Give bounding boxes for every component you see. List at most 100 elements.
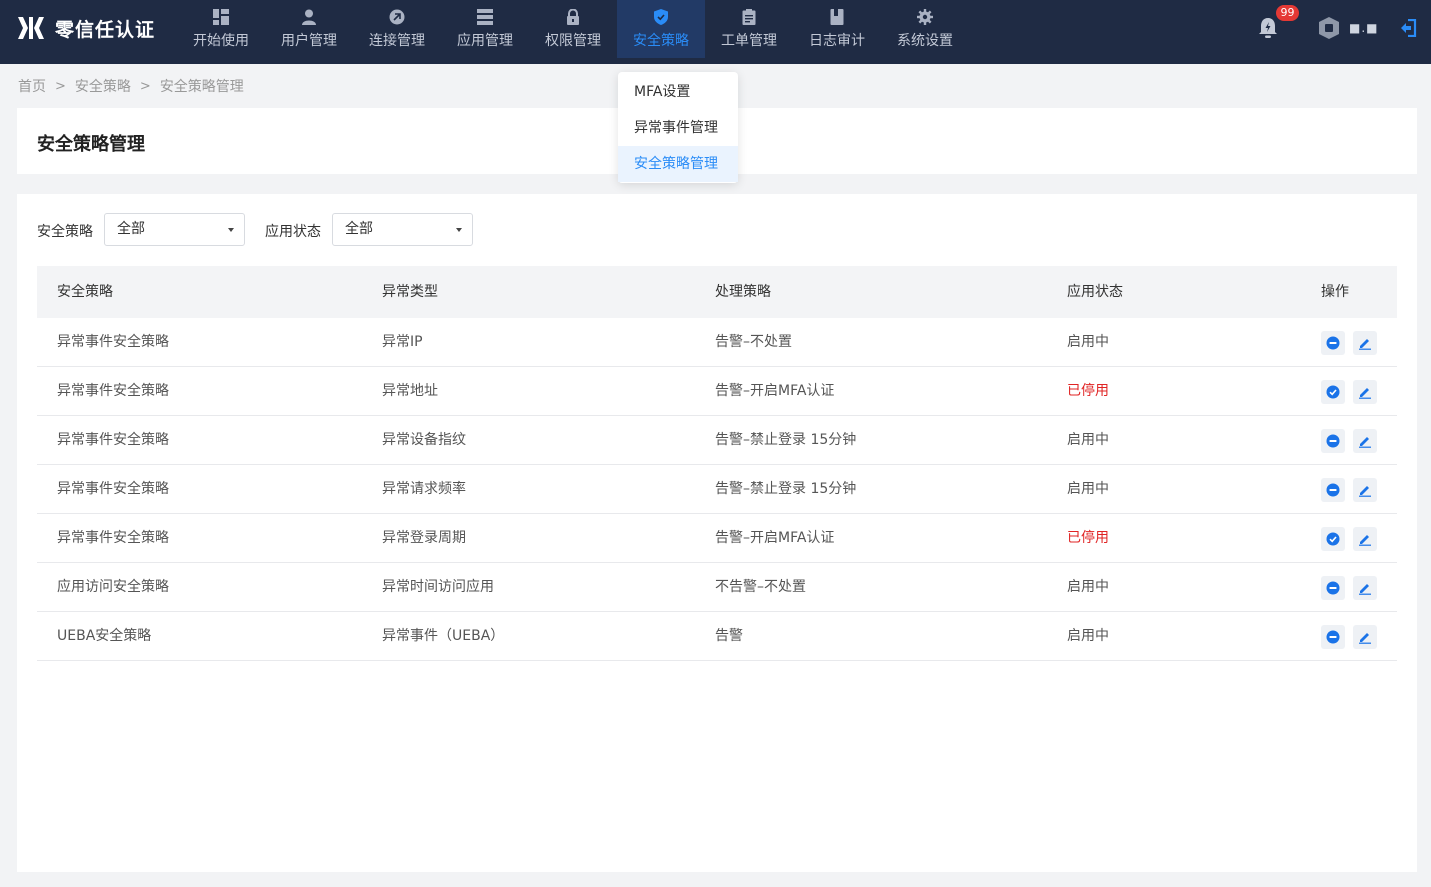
status-filter-select[interactable]: 全部 (332, 213, 473, 246)
table-row: 异常事件安全策略 异常登录周期 告警–开启MFA认证 已停用 (37, 514, 1397, 563)
cell-status: 启用中 (1067, 481, 1109, 497)
edit-button[interactable] (1353, 527, 1377, 551)
cell-handling: 告警 (715, 628, 743, 644)
row-actions (1321, 478, 1377, 502)
row-actions (1321, 429, 1377, 453)
row-actions (1321, 625, 1377, 649)
table-row: 异常事件安全策略 异常地址 告警–开启MFA认证 已停用 (37, 367, 1397, 416)
main-nav: 开始使用 用户管理 连接管理 应用管理 权限管理 安全策略 工单管理 日志审计 … (177, 0, 969, 64)
top-navbar: 零信任认证 开始使用 用户管理 连接管理 应用管理 权限管理 安全策略 工单管理… (0, 0, 1431, 64)
nav-label: 安全策略 (633, 33, 689, 49)
disable-button[interactable] (1321, 576, 1345, 600)
cell-handling: 不告警–不处置 (715, 579, 806, 595)
cell-policy: UEBA安全策略 (57, 628, 152, 644)
disable-button[interactable] (1321, 429, 1345, 453)
policy-filter-label: 安全策略 (37, 224, 93, 240)
avatar[interactable] (1318, 17, 1340, 39)
table-header: 安全策略 异常类型 处理策略 应用状态 操作 (37, 266, 1397, 318)
status-filter-label: 应用状态 (265, 224, 321, 240)
pencil-icon (1358, 532, 1372, 546)
cell-policy: 异常事件安全策略 (57, 530, 169, 546)
caret-down-icon (228, 228, 234, 232)
edit-button[interactable] (1353, 429, 1377, 453)
check-circle-icon (1326, 385, 1340, 399)
edit-button[interactable] (1353, 478, 1377, 502)
column-header-actions: 操作 (1321, 284, 1349, 300)
username[interactable]: ■.■ (1349, 21, 1379, 35)
chevron-right-icon: > (55, 78, 66, 94)
disable-button[interactable] (1321, 625, 1345, 649)
cell-policy: 异常事件安全策略 (57, 334, 169, 350)
breadcrumb-security-policy[interactable]: 安全策略 (75, 76, 131, 96)
nav-item-user-management[interactable]: 用户管理 (265, 0, 353, 58)
policy-list-panel: 安全策略 全部 应用状态 全部 安全策略 异常类型 处理策略 应用状态 操作 异… (17, 194, 1417, 872)
cell-handling: 告警–不处置 (715, 334, 792, 350)
column-header-handling: 处理策略 (715, 284, 771, 300)
nav-item-security-policy[interactable]: 安全策略 (617, 0, 705, 58)
nav-item-connection-management[interactable]: 连接管理 (353, 0, 441, 58)
cell-policy: 异常事件安全策略 (57, 383, 169, 399)
logout-icon[interactable] (1400, 19, 1418, 37)
nav-item-ticket-management[interactable]: 工单管理 (705, 0, 793, 58)
nav-item-permission-management[interactable]: 权限管理 (529, 0, 617, 58)
nav-label: 应用管理 (457, 33, 513, 49)
cell-type: 异常登录周期 (382, 530, 466, 546)
cell-type: 异常时间访问应用 (382, 579, 494, 595)
policy-table: 安全策略 异常类型 处理策略 应用状态 操作 异常事件安全策略 异常IP 告警–不处… (37, 266, 1397, 661)
connection-icon (388, 8, 406, 26)
row-actions (1321, 331, 1377, 355)
nav-item-app-management[interactable]: 应用管理 (441, 0, 529, 58)
table-row: 异常事件安全策略 异常IP 告警–不处置 启用中 (37, 318, 1397, 367)
pencil-icon (1358, 630, 1372, 644)
row-actions (1321, 380, 1377, 404)
pencil-icon (1358, 483, 1372, 497)
edit-button[interactable] (1353, 331, 1377, 355)
logo-icon (18, 17, 44, 39)
cell-policy: 异常事件安全策略 (57, 432, 169, 448)
cell-status: 已停用 (1067, 383, 1109, 399)
edit-button[interactable] (1353, 625, 1377, 649)
breadcrumb-home[interactable]: 首页 (18, 76, 46, 96)
minus-circle-icon (1326, 336, 1340, 350)
cell-status: 已停用 (1067, 530, 1109, 546)
column-header-policy: 安全策略 (57, 284, 113, 300)
disable-button[interactable] (1321, 331, 1345, 355)
table-row: 异常事件安全策略 异常请求频率 告警–禁止登录 15分钟 启用中 (37, 465, 1397, 514)
disable-button[interactable] (1321, 478, 1345, 502)
app-logo[interactable]: 零信任认证 (17, 15, 155, 41)
dashboard-icon (212, 8, 230, 26)
cell-type: 异常设备指纹 (382, 432, 466, 448)
server-icon (476, 8, 494, 26)
notification-bell-icon[interactable] (1256, 16, 1280, 40)
edit-button[interactable] (1353, 380, 1377, 404)
shield-icon (652, 8, 670, 26)
cell-handling: 告警–开启MFA认证 (715, 530, 835, 546)
cell-type: 异常请求频率 (382, 481, 466, 497)
nav-label: 工单管理 (721, 33, 777, 49)
check-circle-icon (1326, 532, 1340, 546)
enable-button[interactable] (1321, 380, 1345, 404)
nav-item-system-settings[interactable]: 系统设置 (881, 0, 969, 58)
submenu-item-mfa-settings[interactable]: MFA设置 (618, 74, 738, 110)
pencil-icon (1358, 581, 1372, 595)
security-policy-submenu: MFA设置 异常事件管理 安全策略管理 (618, 72, 738, 183)
submenu-item-policy-management[interactable]: 安全策略管理 (618, 146, 738, 182)
table-body: 异常事件安全策略 异常IP 告警–不处置 启用中 异常事件安全策略 异常地址 告警–开启MF… (37, 318, 1397, 661)
edit-button[interactable] (1353, 576, 1377, 600)
submenu-item-anomaly-events[interactable]: 异常事件管理 (618, 110, 738, 146)
nav-label: 系统设置 (897, 33, 953, 49)
policy-filter-select[interactable]: 全部 (104, 213, 245, 246)
breadcrumb-current: 安全策略管理 (159, 79, 244, 95)
pencil-icon (1358, 434, 1372, 448)
user-icon (300, 8, 318, 26)
cell-handling: 告警–开启MFA认证 (715, 383, 835, 399)
cell-type: 异常地址 (382, 383, 438, 399)
cell-policy: 应用访问安全策略 (57, 579, 169, 595)
enable-button[interactable] (1321, 527, 1345, 551)
nav-label: 连接管理 (369, 33, 425, 49)
table-row: 异常事件安全策略 异常设备指纹 告警–禁止登录 15分钟 启用中 (37, 416, 1397, 465)
nav-item-log-audit[interactable]: 日志审计 (793, 0, 881, 58)
caret-down-icon (456, 228, 462, 232)
clipboard-icon (740, 8, 758, 26)
nav-item-getting-started[interactable]: 开始使用 (177, 0, 265, 58)
